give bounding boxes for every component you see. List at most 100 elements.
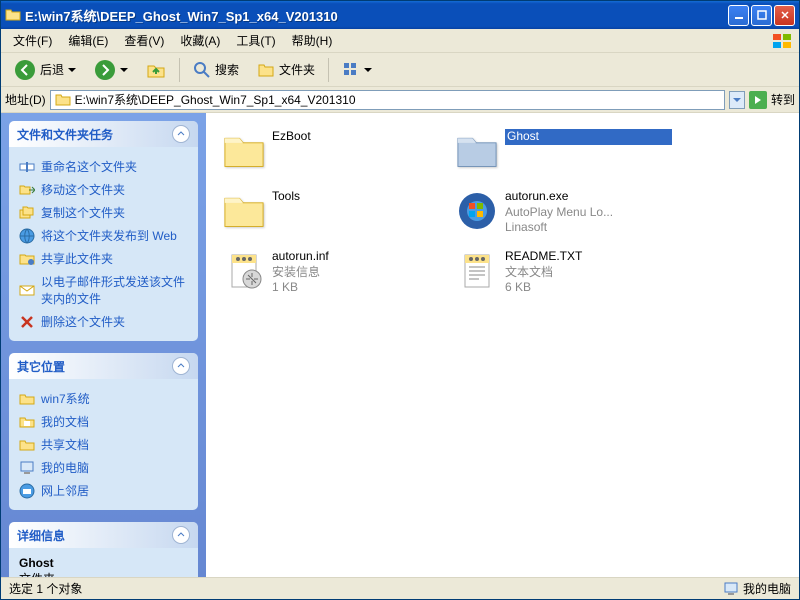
collapse-icon [172, 357, 190, 375]
menu-view[interactable]: 查看(V) [116, 30, 172, 51]
sidebar: 文件和文件夹任务 重命名这个文件夹 移动这个文件夹 复制这个文件夹 将这个文件夹… [1, 113, 206, 577]
task-delete[interactable]: 删除这个文件夹 [19, 310, 188, 333]
tasks-panel-header[interactable]: 文件和文件夹任务 [9, 121, 198, 147]
task-copy[interactable]: 复制这个文件夹 [19, 201, 188, 224]
menu-tools[interactable]: 工具(T) [228, 30, 283, 51]
dropdown-icon [364, 66, 372, 74]
file-list[interactable]: EzBoot Ghost Tools autorun.exeAutoPlay M… [206, 113, 799, 577]
collapse-icon [172, 125, 190, 143]
file-name: autorun.exe [505, 189, 672, 205]
folder-icon [455, 131, 499, 171]
window-title: E:\win7系统\DEEP_Ghost_Win7_Sp1_x64_V20131… [25, 6, 728, 25]
address-input[interactable]: E:\win7系统\DEEP_Ghost_Win7_Sp1_x64_V20131… [50, 90, 725, 110]
folder-item[interactable]: EzBoot [218, 125, 443, 181]
detail-name: Ghost [19, 556, 188, 570]
search-label: 搜索 [215, 61, 239, 78]
place-mydocs[interactable]: 我的文档 [19, 410, 188, 433]
folders-button[interactable]: 文件夹 [250, 57, 322, 83]
menubar: 文件(F) 编辑(E) 查看(V) 收藏(A) 工具(T) 帮助(H) [1, 29, 799, 53]
titlebar[interactable]: E:\win7系统\DEEP_Ghost_Win7_Sp1_x64_V20131… [1, 1, 799, 29]
place-win7[interactable]: win7系统 [19, 387, 188, 410]
computer-icon [19, 460, 35, 476]
file-meta: 文本文档 [505, 265, 672, 281]
chevron-down-icon [733, 96, 741, 104]
inf-icon [224, 251, 264, 291]
task-publish[interactable]: 将这个文件夹发布到 Web [19, 224, 188, 247]
windows-logo-icon [771, 32, 795, 50]
file-meta: 安装信息 [272, 265, 439, 281]
task-email[interactable]: 以电子邮件形式发送该文件夹内的文件 [19, 270, 188, 310]
details-panel-header[interactable]: 详细信息 [9, 522, 198, 548]
file-name: Tools [272, 189, 439, 205]
shared-icon [19, 437, 35, 453]
maximize-button[interactable] [751, 5, 772, 26]
menu-favorites[interactable]: 收藏(A) [172, 30, 228, 51]
toolbar-separator [179, 58, 180, 82]
back-button[interactable]: 后退 [7, 55, 83, 85]
delete-icon [19, 314, 35, 330]
place-mycomputer[interactable]: 我的电脑 [19, 456, 188, 479]
status-computer: 我的电脑 [743, 580, 791, 597]
places-panel: 其它位置 win7系统 我的文档 共享文档 我的电脑 网上邻居 [9, 353, 198, 510]
menu-help[interactable]: 帮助(H) [284, 30, 341, 51]
places-panel-header[interactable]: 其它位置 [9, 353, 198, 379]
search-button[interactable]: 搜索 [186, 57, 246, 83]
rename-icon [19, 159, 35, 175]
window-controls [728, 5, 795, 26]
details-panel-title: 详细信息 [17, 527, 65, 544]
places-panel-body: win7系统 我的文档 共享文档 我的电脑 网上邻居 [9, 379, 198, 510]
details-panel-body: Ghost 文件夹 修改日期: 2012年4月30日, 15:16 [9, 548, 198, 577]
file-item-txt[interactable]: README.TXT文本文档6 KB [451, 245, 676, 301]
network-icon [19, 483, 35, 499]
back-icon [14, 59, 36, 81]
file-meta: 6 KB [505, 280, 672, 296]
dropdown-icon [68, 66, 76, 74]
folder-icon [5, 7, 21, 23]
tasks-panel-body: 重命名这个文件夹 移动这个文件夹 复制这个文件夹 将这个文件夹发布到 Web 共… [9, 147, 198, 341]
task-rename[interactable]: 重命名这个文件夹 [19, 155, 188, 178]
tasks-panel-title: 文件和文件夹任务 [17, 126, 113, 143]
txt-icon [457, 251, 497, 291]
task-share[interactable]: 共享此文件夹 [19, 247, 188, 270]
folder-icon [19, 391, 35, 407]
file-item-exe[interactable]: autorun.exeAutoPlay Menu Lo...Linasoft [451, 185, 676, 241]
file-item-inf[interactable]: autorun.inf安装信息1 KB [218, 245, 443, 301]
forward-icon [94, 59, 116, 81]
exe-icon [457, 191, 497, 231]
folders-icon [257, 61, 275, 79]
folder-item-selected[interactable]: Ghost [451, 125, 676, 181]
place-shareddocs[interactable]: 共享文档 [19, 433, 188, 456]
status-selection: 选定 1 个对象 [9, 580, 82, 597]
file-meta: Linasoft [505, 220, 672, 236]
go-label: 转到 [771, 91, 795, 108]
copy-icon [19, 205, 35, 221]
address-dropdown[interactable] [729, 91, 745, 109]
body: 文件和文件夹任务 重命名这个文件夹 移动这个文件夹 复制这个文件夹 将这个文件夹… [1, 113, 799, 577]
up-button[interactable] [139, 56, 173, 84]
place-network[interactable]: 网上邻居 [19, 479, 188, 502]
computer-icon [723, 581, 739, 597]
file-meta: 1 KB [272, 280, 439, 296]
file-name: README.TXT [505, 249, 672, 265]
address-path: E:\win7系统\DEEP_Ghost_Win7_Sp1_x64_V20131… [75, 91, 356, 108]
move-icon [19, 182, 35, 198]
views-button[interactable] [335, 57, 379, 83]
status-text: 选定 1 个对象 [9, 580, 82, 597]
folder-item[interactable]: Tools [218, 185, 443, 241]
minimize-button[interactable] [728, 5, 749, 26]
forward-button[interactable] [87, 55, 135, 85]
details-panel: 详细信息 Ghost 文件夹 修改日期: 2012年4月30日, 15:16 [9, 522, 198, 577]
toolbar-separator [328, 58, 329, 82]
menu-edit[interactable]: 编辑(E) [60, 30, 116, 51]
menu-file[interactable]: 文件(F) [5, 30, 60, 51]
places-panel-title: 其它位置 [17, 358, 65, 375]
address-label: 地址(D) [5, 91, 46, 108]
task-move[interactable]: 移动这个文件夹 [19, 178, 188, 201]
search-icon [193, 61, 211, 79]
share-icon [19, 251, 35, 267]
statusbar: 选定 1 个对象 我的电脑 [1, 577, 799, 599]
go-button[interactable] [749, 91, 767, 109]
folder-icon [222, 131, 266, 171]
close-button[interactable] [774, 5, 795, 26]
file-name: EzBoot [272, 129, 439, 145]
